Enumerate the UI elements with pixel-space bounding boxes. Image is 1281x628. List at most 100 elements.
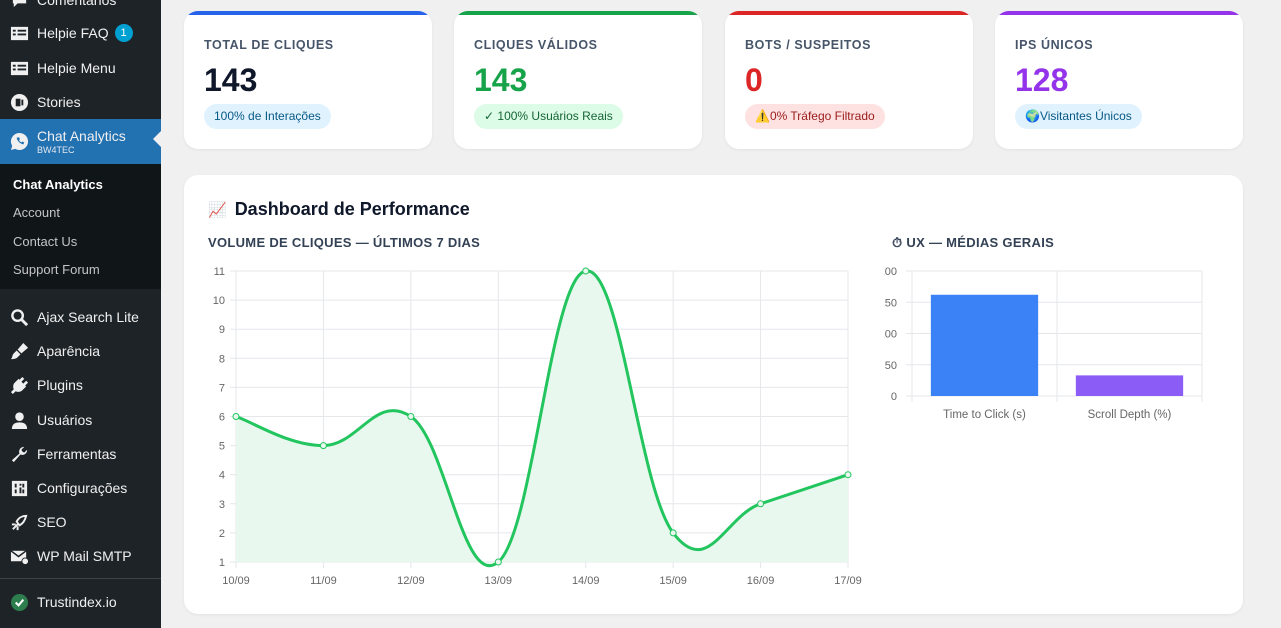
stat-card-bots: BOTS / SUSPEITOS 0 ⚠️0% Tráfego Filtrado <box>725 11 973 149</box>
y-tick-label: 8 <box>219 353 225 365</box>
bar <box>930 294 1039 396</box>
x-tick-label: 16/09 <box>747 575 775 587</box>
y-tick-label: 0 <box>891 391 897 403</box>
x-tick-label: 17/09 <box>834 575 862 587</box>
x-tick-label: Time to Click (s) <box>943 409 1026 421</box>
sidebar-item-ajax-search-lite[interactable]: Ajax Search Lite <box>0 300 161 334</box>
sidebar-item-label: Helpie Menu <box>37 60 116 76</box>
submenu-account[interactable]: Account <box>13 205 60 220</box>
y-tick-label: 7 <box>219 382 225 394</box>
data-point <box>757 500 765 508</box>
card-accent-bar <box>725 11 973 15</box>
x-tick-label: 12/09 <box>397 575 425 587</box>
sidebar-item-sublabel: BW4TEC <box>37 145 75 155</box>
x-tick-label: 10/09 <box>222 575 250 587</box>
submenu-contact-us[interactable]: Contact Us <box>13 234 77 249</box>
whatsapp-icon <box>9 132 29 152</box>
card-title: TOTAL DE CLIQUES <box>204 38 334 52</box>
card-pill: ⚠️0% Tráfego Filtrado <box>745 104 885 129</box>
y-tick-label: 50 <box>885 360 897 372</box>
data-point <box>844 471 852 479</box>
sidebar-item-configuracoes[interactable]: Configurações <box>0 471 161 505</box>
plug-icon <box>9 375 29 395</box>
card-pill: ✓ 100% Usuários Reais <box>474 104 623 129</box>
bar <box>1075 375 1184 396</box>
x-tick-label: 15/09 <box>659 575 687 587</box>
data-point <box>407 413 415 420</box>
card-value: 143 <box>474 62 528 98</box>
sidebar-item-label: Aparência <box>37 343 101 359</box>
page-scrollbar[interactable] <box>1264 0 1281 628</box>
x-tick-label: 11/09 <box>310 575 337 587</box>
sidebar-item-helpie-menu[interactable]: Helpie Menu <box>0 51 161 85</box>
x-tick-label: Scroll Depth (%) <box>1088 409 1172 421</box>
y-tick-label: 1 <box>219 557 225 569</box>
wrench-icon <box>9 444 29 464</box>
sidebar-item-label: Usuários <box>37 412 93 428</box>
sidebar-item-ferramentas[interactable]: Ferramentas <box>0 437 161 471</box>
sidebar-separator <box>0 578 161 579</box>
y-tick-label: 5 <box>219 441 225 453</box>
sidebar-item-label: Ajax Search Lite <box>37 309 139 325</box>
bar-chart-title: UX — MÉDIAS GERAIS <box>906 235 1055 250</box>
user-icon <box>9 410 29 430</box>
sidebar-item-plugins[interactable]: Plugins <box>0 368 161 402</box>
sidebar-item-chat-analytics[interactable]: Chat Analytics BW4TEC <box>0 119 161 164</box>
list-icon <box>9 23 29 43</box>
settings-icon <box>9 478 29 498</box>
sidebar-item-comentarios[interactable]: Comentários <box>0 0 161 17</box>
panel-title: 📈 Dashboard de Performance <box>208 199 470 220</box>
line-chart-title: VOLUME DE CLIQUES — ÚLTIMOS 7 DIAS <box>208 235 481 250</box>
chart-trend-icon: 📈 <box>208 201 227 219</box>
stories-icon <box>9 92 29 112</box>
card-value: 0 <box>745 62 763 98</box>
sidebar-item-label: Trustindex.io <box>37 594 117 610</box>
y-tick-label: 10 <box>213 295 225 307</box>
seo-icon <box>9 512 29 532</box>
y-tick-label: 9 <box>219 324 225 336</box>
sidebar-item-label: Configurações <box>37 480 128 496</box>
card-value: 128 <box>1015 62 1069 98</box>
area-fill <box>236 270 848 566</box>
card-title: CLIQUES VÁLIDOS <box>474 38 598 52</box>
stat-card-unique-ips: IPS ÚNICOS 128 🌍Visitantes Únicos <box>995 11 1243 149</box>
stat-card-valid-clicks: CLIQUES VÁLIDOS 143 ✓ 100% Usuários Reai… <box>454 11 702 149</box>
submenu-chat-analytics[interactable]: Chat Analytics <box>13 177 103 192</box>
notification-badge: 1 <box>114 24 133 42</box>
y-tick-label: 2 <box>219 528 225 540</box>
card-accent-bar <box>995 11 1243 15</box>
sidebar-item-label: Plugins <box>37 377 83 393</box>
x-tick-label: 13/09 <box>485 575 513 587</box>
y-tick-label: 11 <box>214 266 225 278</box>
card-title: IPS ÚNICOS <box>1015 38 1094 52</box>
check-circle-icon <box>9 592 29 612</box>
stopwatch-icon: ⏱ <box>892 235 903 250</box>
x-tick-label: 14/09 <box>572 575 600 587</box>
sidebar-item-aparencia[interactable]: Aparência <box>0 334 161 368</box>
search-icon <box>9 307 29 327</box>
bar-chart: 0 50 100 150 200 Time to Click (s) Scroll Dept… <box>884 266 1203 421</box>
sidebar-item-wp-mail-smtp[interactable]: WP Mail SMTP <box>0 539 161 573</box>
data-point <box>669 529 677 537</box>
card-accent-bar <box>454 11 702 15</box>
data-point <box>232 413 240 420</box>
brush-icon <box>9 341 29 361</box>
sidebar-item-usuarios[interactable]: Usuários <box>0 403 161 437</box>
sidebar-item-helpie-faq[interactable]: Helpie FAQ 1 <box>0 16 161 50</box>
sidebar-item-label: Ferramentas <box>37 446 117 462</box>
sidebar-item-label: SEO <box>37 514 67 530</box>
performance-panel: 📈 Dashboard de Performance VOLUME DE CLI… <box>184 175 1243 614</box>
stat-card-total-clicks: TOTAL DE CLIQUES 143 100% de Interações <box>184 11 432 149</box>
sidebar-item-seo[interactable]: SEO <box>0 505 161 539</box>
sidebar-item-label: Chat Analytics <box>37 128 126 144</box>
bar-chart-title-wrap: ⏱ UX — MÉDIAS GERAIS <box>892 235 1054 251</box>
y-tick-label: 6 <box>219 412 225 424</box>
sidebar-item-trustindex[interactable]: Trustindex.io <box>0 585 161 619</box>
card-pill: 100% de Interações <box>204 104 331 129</box>
y-tick-label: 200 <box>884 266 897 278</box>
data-point <box>582 267 590 275</box>
submenu-support-forum[interactable]: Support Forum <box>13 262 100 277</box>
comment-icon <box>9 0 29 10</box>
card-pill: 🌍Visitantes Únicos <box>1015 104 1142 129</box>
sidebar-item-stories[interactable]: Stories <box>0 85 161 119</box>
